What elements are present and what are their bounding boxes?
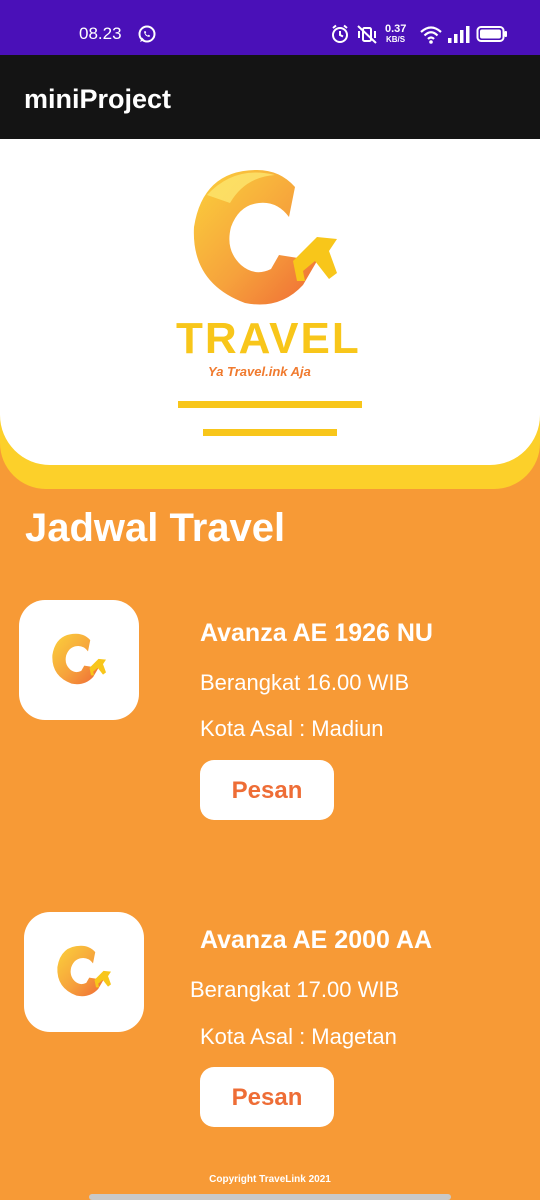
network-speed-value: 0.37 (385, 23, 407, 35)
logo-tagline: Ya Travel.ink Aja (208, 364, 311, 379)
card-1-origin: Kota Asal : Madiun (200, 716, 384, 741)
g-travel-small-icon (57, 945, 111, 997)
network-speed-unit: KB/S (386, 35, 406, 44)
logo-wordmark: TRAVEL (176, 314, 361, 363)
footer-copyright: Copyright TraveLink 2021 (209, 1174, 331, 1185)
card-2-origin: Kota Asal : Magetan (200, 1024, 397, 1049)
app-title: miniProject (24, 84, 172, 114)
logo-divider-long (178, 401, 362, 408)
vibrate-off-icon (357, 25, 377, 44)
gesture-navigation-bar[interactable] (89, 1194, 451, 1200)
app-bar: miniProject (0, 55, 540, 139)
card-1-pesan-button[interactable]: Pesan (200, 760, 334, 820)
wifi-icon (420, 26, 442, 44)
section-title: Jadwal Travel (25, 506, 286, 550)
card-2-departure: Berangkat 17.00 WIB (190, 977, 400, 1002)
card-1-departure: Berangkat 16.00 WIB (200, 670, 410, 695)
card-2-pesan-button[interactable]: Pesan (200, 1067, 334, 1127)
logo-divider-short (203, 429, 337, 436)
alarm-icon (332, 24, 348, 43)
status-time: 08.23 (79, 24, 122, 43)
battery-icon (476, 26, 507, 42)
status-bar: 08.23 0.37 KB/S (0, 0, 540, 55)
whatsapp-icon (138, 25, 156, 43)
card-2-vehicle: Avanza AE 2000 AA (200, 926, 433, 954)
card-1-app-icon (19, 600, 139, 720)
g-travel-logo-icon (193, 170, 337, 305)
card-2-app-icon (24, 912, 144, 1032)
card-1-vehicle: Avanza AE 1926 NU (200, 619, 433, 647)
signal-icon (448, 26, 470, 43)
g-travel-small-icon (52, 633, 106, 685)
